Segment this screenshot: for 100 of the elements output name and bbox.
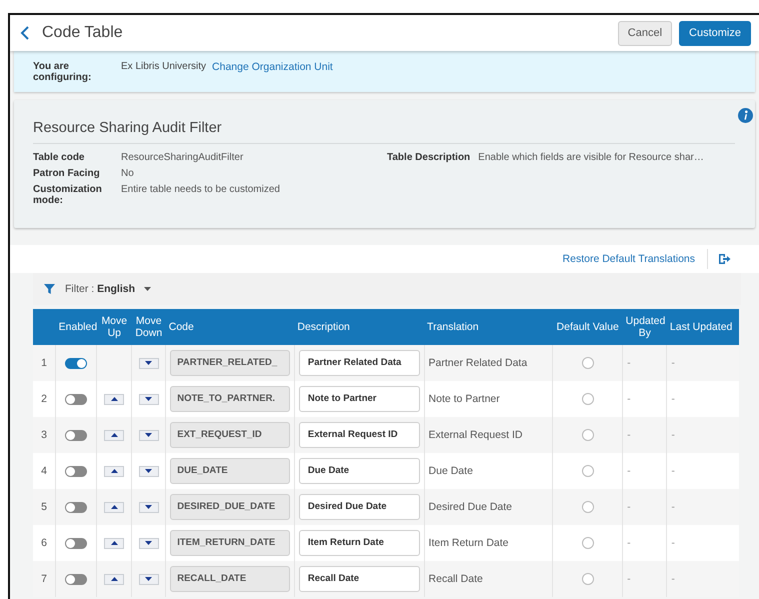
move-down-button[interactable] bbox=[138, 538, 159, 549]
up-arrow-icon bbox=[110, 541, 118, 546]
description-field[interactable]: Recall Date bbox=[298, 566, 420, 592]
default-radio[interactable] bbox=[582, 573, 594, 586]
table-cell: - bbox=[671, 501, 675, 513]
translation-text: Desired Due Date bbox=[428, 501, 512, 513]
default-radio[interactable] bbox=[582, 429, 594, 442]
field-label: Patron Facing bbox=[33, 168, 101, 179]
enabled-toggle[interactable] bbox=[65, 574, 88, 585]
move-up-button[interactable] bbox=[104, 538, 124, 549]
filter-label[interactable]: Filter : English bbox=[65, 283, 136, 295]
code-field: PARTNER_RELATED_ bbox=[170, 350, 290, 376]
table-cell: - bbox=[627, 501, 631, 513]
enabled-toggle[interactable] bbox=[65, 538, 88, 549]
row-number: 7 bbox=[41, 573, 47, 585]
change-org-link[interactable]: Change Organization Unit bbox=[212, 61, 333, 73]
filter-icon[interactable] bbox=[44, 284, 55, 294]
enabled-toggle[interactable] bbox=[65, 394, 88, 405]
code-field: EXT_REQUEST_ID bbox=[170, 422, 290, 448]
column-header: Move Up bbox=[101, 315, 128, 339]
down-arrow-icon bbox=[145, 541, 152, 546]
field-label: Customization mode: bbox=[33, 184, 103, 206]
field-label: Table Description bbox=[387, 152, 470, 165]
default-radio[interactable] bbox=[582, 537, 594, 550]
table-cell: - bbox=[671, 393, 675, 405]
default-radio[interactable] bbox=[582, 501, 594, 514]
enabled-toggle[interactable] bbox=[65, 466, 88, 477]
translation-text: Recall Date bbox=[428, 573, 483, 585]
table-cell: - bbox=[627, 357, 631, 369]
down-arrow-icon bbox=[145, 469, 152, 474]
field-value: ResourceSharingAuditFilter bbox=[121, 152, 244, 163]
column-header: Code bbox=[168, 321, 194, 333]
down-arrow-icon bbox=[145, 397, 152, 402]
description-field[interactable]: Desired Due Date bbox=[298, 494, 420, 520]
default-radio[interactable] bbox=[582, 393, 594, 406]
code-field: NOTE_TO_PARTNER. bbox=[170, 386, 290, 412]
translation-text: Due Date bbox=[428, 465, 473, 477]
row-number: 4 bbox=[41, 465, 47, 477]
up-arrow-icon bbox=[110, 397, 118, 402]
back-icon[interactable] bbox=[20, 26, 30, 40]
field-label: Table code bbox=[33, 152, 86, 163]
up-arrow-icon bbox=[110, 577, 118, 582]
default-radio[interactable] bbox=[582, 465, 594, 478]
table-cell: - bbox=[627, 465, 631, 477]
move-down-button[interactable] bbox=[138, 502, 159, 513]
configuring-label: You are configuring: bbox=[33, 61, 92, 83]
description-field[interactable]: Due Date bbox=[298, 458, 420, 484]
translation-text: External Request ID bbox=[428, 429, 523, 441]
default-radio[interactable] bbox=[582, 357, 594, 370]
table-cell: - bbox=[627, 393, 631, 405]
translation-text: Partner Related Data bbox=[428, 357, 528, 369]
description-field[interactable]: Partner Related Data bbox=[298, 350, 420, 376]
down-arrow-icon bbox=[145, 433, 152, 438]
up-arrow-icon bbox=[110, 505, 118, 510]
move-up-button[interactable] bbox=[104, 394, 124, 405]
table-cell: - bbox=[627, 537, 631, 549]
table-cell: - bbox=[671, 465, 675, 477]
customize-button[interactable]: Customize bbox=[679, 20, 751, 46]
move-down-button[interactable] bbox=[138, 466, 159, 477]
down-arrow-icon bbox=[145, 577, 152, 582]
column-header: Enabled bbox=[58, 321, 98, 333]
up-arrow-icon bbox=[110, 433, 118, 438]
column-header: Move Down bbox=[135, 315, 162, 339]
row-number: 2 bbox=[41, 393, 47, 405]
move-down-button[interactable] bbox=[138, 430, 159, 441]
move-up-button[interactable] bbox=[104, 430, 124, 441]
translation-text: Item Return Date bbox=[428, 537, 508, 549]
field-value: No bbox=[121, 168, 135, 179]
field-value: Entire table needs to be customized bbox=[121, 184, 281, 197]
caret-icon[interactable] bbox=[144, 287, 152, 291]
code-field: RECALL_DATE bbox=[170, 566, 290, 592]
export-icon[interactable] bbox=[718, 253, 731, 265]
row-number: 6 bbox=[41, 537, 47, 549]
move-up-button[interactable] bbox=[104, 502, 124, 513]
column-header: Last Updated bbox=[670, 321, 732, 333]
move-down-button[interactable] bbox=[138, 358, 159, 369]
organization-name: Ex Libris University bbox=[121, 61, 206, 72]
down-arrow-icon bbox=[145, 505, 152, 510]
move-down-button[interactable] bbox=[138, 394, 159, 405]
enabled-toggle[interactable] bbox=[65, 430, 88, 441]
column-header: Default Value bbox=[556, 321, 619, 333]
cancel-button[interactable]: Cancel bbox=[618, 20, 672, 46]
move-up-button[interactable] bbox=[104, 466, 124, 477]
field-value: Enable which fields are visible for Resource shar… bbox=[478, 152, 704, 165]
description-field[interactable]: Note to Partner bbox=[298, 386, 420, 412]
info-icon[interactable] bbox=[738, 108, 753, 123]
description-field[interactable]: Item Return Date bbox=[298, 530, 420, 556]
column-header: Description bbox=[297, 321, 350, 333]
move-up-button[interactable] bbox=[104, 574, 124, 585]
row-number: 1 bbox=[41, 357, 47, 369]
enabled-toggle[interactable] bbox=[65, 358, 88, 369]
move-down-button[interactable] bbox=[138, 574, 159, 585]
table-title: Resource Sharing Audit Filter bbox=[33, 120, 222, 136]
restore-translations-link[interactable]: Restore Default Translations bbox=[562, 253, 695, 265]
row-number: 5 bbox=[41, 501, 47, 513]
down-arrow-icon bbox=[145, 361, 152, 366]
table-cell: - bbox=[671, 537, 675, 549]
enabled-toggle[interactable] bbox=[65, 502, 88, 513]
description-field[interactable]: External Request ID bbox=[298, 422, 420, 448]
column-header: Updated By bbox=[626, 315, 666, 339]
